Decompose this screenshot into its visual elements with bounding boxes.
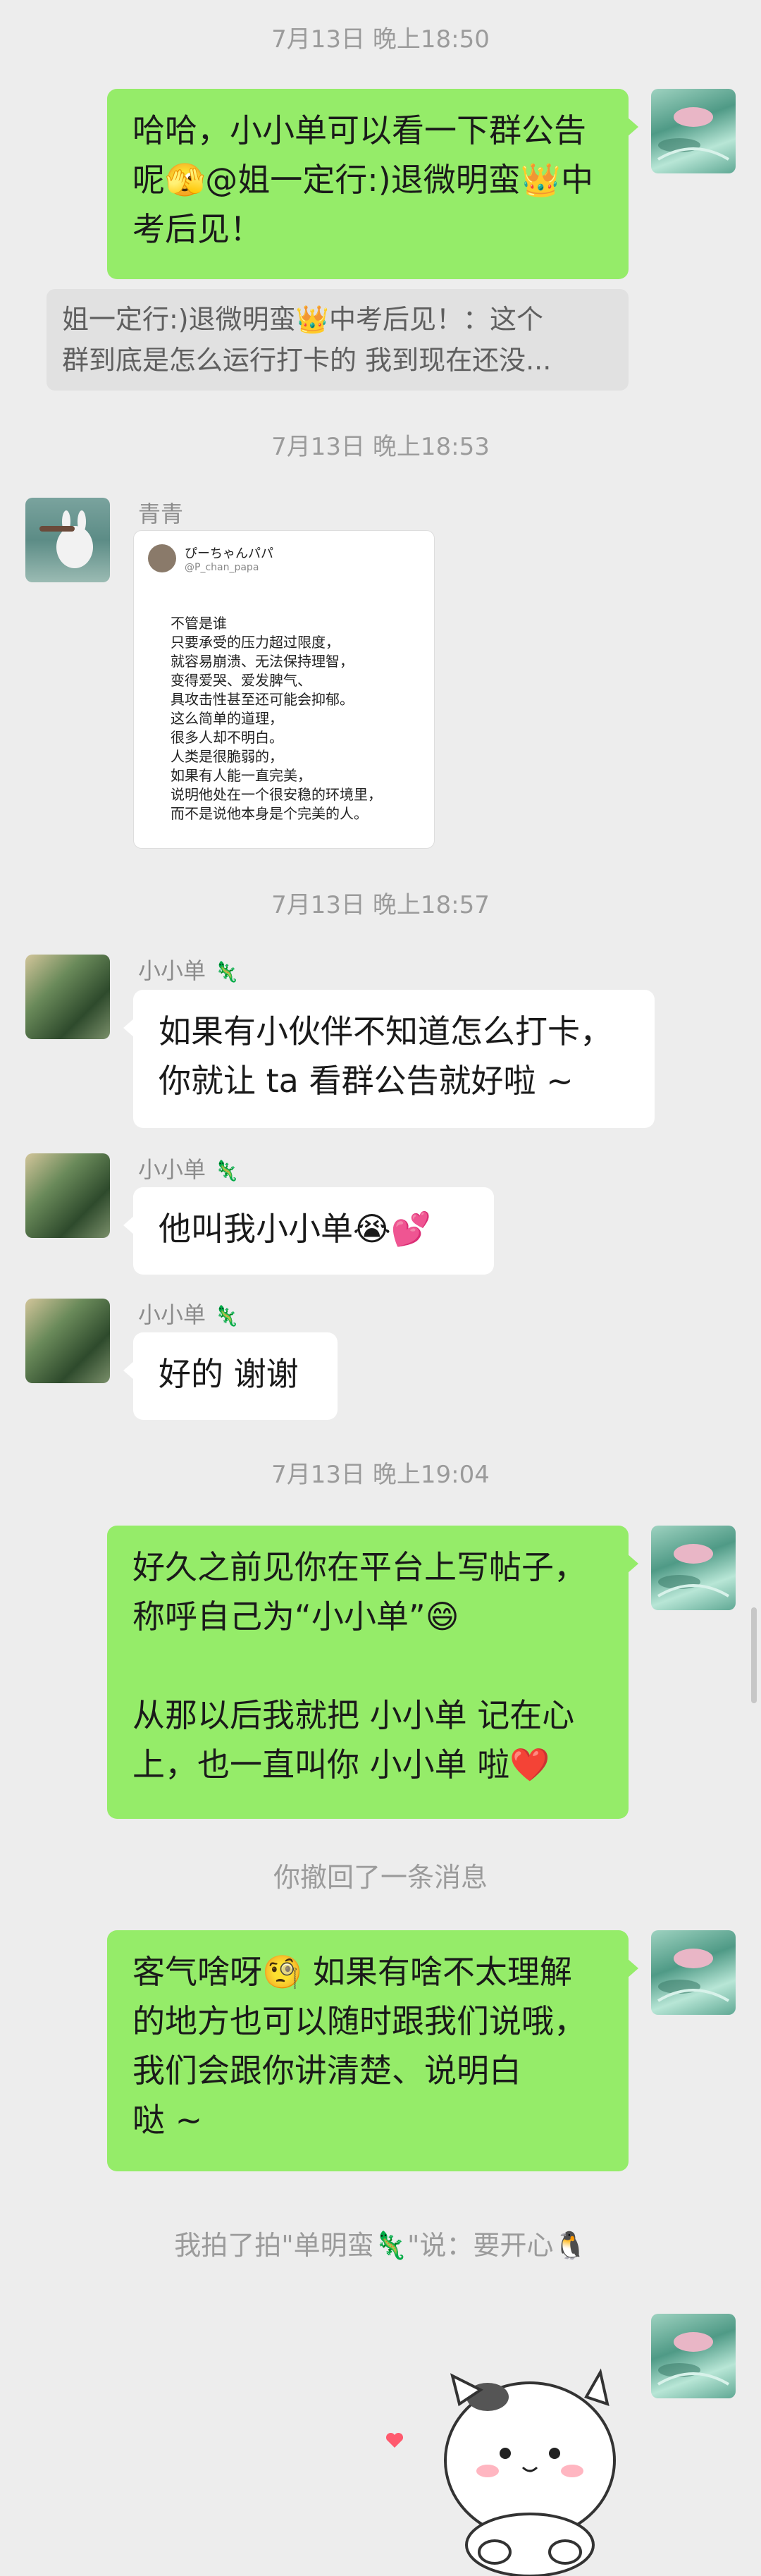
post-handle: @P_chan_papa — [185, 562, 259, 573]
post-line: 不管是谁 — [171, 615, 227, 632]
avatar-xiaoxiaodan[interactable] — [25, 1299, 110, 1383]
lotus-icon — [657, 2332, 730, 2386]
sender-name-text: 小小单 — [138, 957, 206, 984]
sender-name-text: 小小单 — [138, 1156, 206, 1183]
post-line: 具攻击性甚至还可能会抑郁。 — [171, 691, 354, 708]
post-line: 变得爱哭、爱发脾气、 — [171, 672, 311, 689]
scrollbar[interactable] — [751, 1607, 757, 1703]
rabbit-avatar-icon — [39, 510, 93, 568]
pat-notice: 我拍了拍"单明蛮🦎"说：要开心🐧 — [174, 2230, 587, 2261]
timestamp: 7月13日 晚上19:04 — [271, 1461, 490, 1489]
post-text: 不管是谁 只要承受的压力超过限度， 就容易崩溃、无法保持理智， 变得爱哭、爱发脾… — [171, 614, 382, 823]
cat-sticker[interactable] — [410, 2333, 643, 2576]
post-line: 如果有人能一直完美， — [171, 767, 311, 784]
sender-name: 青青 — [138, 501, 184, 527]
avatar-self[interactable] — [651, 1930, 736, 2015]
lizard-icon: 🦎 — [214, 1159, 239, 1182]
quote-line: 姐一定行:)退微明蛮👑中考后见！：这个 — [62, 304, 543, 335]
post-avatar — [148, 544, 176, 572]
post-line: 只要承受的压力超过限度， — [171, 634, 340, 651]
post-line: 说明他处在一个很安稳的环境里， — [171, 786, 382, 803]
message-bubble-other[interactable]: 好的 谢谢 — [123, 1332, 338, 1420]
message-bubble-self[interactable]: 哈哈，小小单可以看一下群公告呢🫣@姐一定行:)退微明蛮👑中考后见！ — [107, 89, 638, 279]
sender-name: 小小单 🦎 — [138, 953, 239, 986]
avatar-qingqing[interactable] — [25, 498, 110, 582]
message-bubble-self[interactable]: 好久之前见你在平台上写帖子， 称呼自己为“小小单”😄 从那以后我就把 小小单 记… — [107, 1526, 638, 1819]
heart-icon — [385, 2432, 404, 2448]
message-bubble-other[interactable]: 如果有小伙伴不知道怎么打卡， 你就让 ta 看群公告就好啦 ~ — [123, 990, 655, 1128]
sender-name-text: 小小单 — [138, 1301, 206, 1328]
avatar-self[interactable] — [651, 89, 736, 173]
avatar-self[interactable] — [651, 1526, 736, 1610]
post-line: 而不是说他本身是个完美的人。 — [171, 805, 368, 822]
post-line: 人类是很脆弱的， — [171, 748, 283, 765]
image-message[interactable]: ぴーちゃんパパ @P_chan_papa 不管是谁 只要承受的压力超过限度， 就… — [133, 530, 435, 849]
lizard-icon: 🦎 — [214, 960, 239, 983]
lotus-icon — [657, 1949, 730, 2002]
message-bubble-self[interactable]: 客气啥呀🧐 如果有啥不太理解 的地方也可以随时跟我们说哦， 我们会跟你讲清楚、说… — [107, 1930, 638, 2171]
recall-notice: 你撤回了一条消息 — [273, 1862, 488, 1893]
quote-line: 群到底是怎么运行打卡的 我到现在还没... — [62, 345, 552, 376]
post-line: 就容易崩溃、无法保持理智， — [171, 653, 354, 670]
post-username: ぴーちゃんパパ — [185, 546, 273, 561]
avatar-xiaoxiaodan[interactable] — [25, 955, 110, 1039]
quoted-message[interactable]: 姐一定行:)退微明蛮👑中考后见！：这个 群到底是怎么运行打卡的 我到现在还没..… — [47, 289, 629, 391]
avatar-xiaoxiaodan[interactable] — [25, 1153, 110, 1238]
avatar-self[interactable] — [651, 2314, 736, 2398]
timestamp: 7月13日 晚上18:53 — [271, 433, 490, 461]
timestamp: 7月13日 晚上18:50 — [271, 25, 490, 54]
lotus-icon — [657, 1544, 730, 1597]
lizard-icon: 🦎 — [214, 1304, 239, 1327]
post-line: 很多人却不明白。 — [171, 729, 283, 746]
lotus-icon — [657, 107, 730, 161]
sender-name: 小小单 🦎 — [138, 1297, 239, 1330]
sender-name: 小小单 🦎 — [138, 1152, 239, 1184]
post-line: 这么简单的道理， — [171, 710, 283, 727]
timestamp: 7月13日 晚上18:57 — [271, 891, 490, 919]
message-bubble-other[interactable]: 他叫我小小单😭💕 — [123, 1187, 494, 1275]
